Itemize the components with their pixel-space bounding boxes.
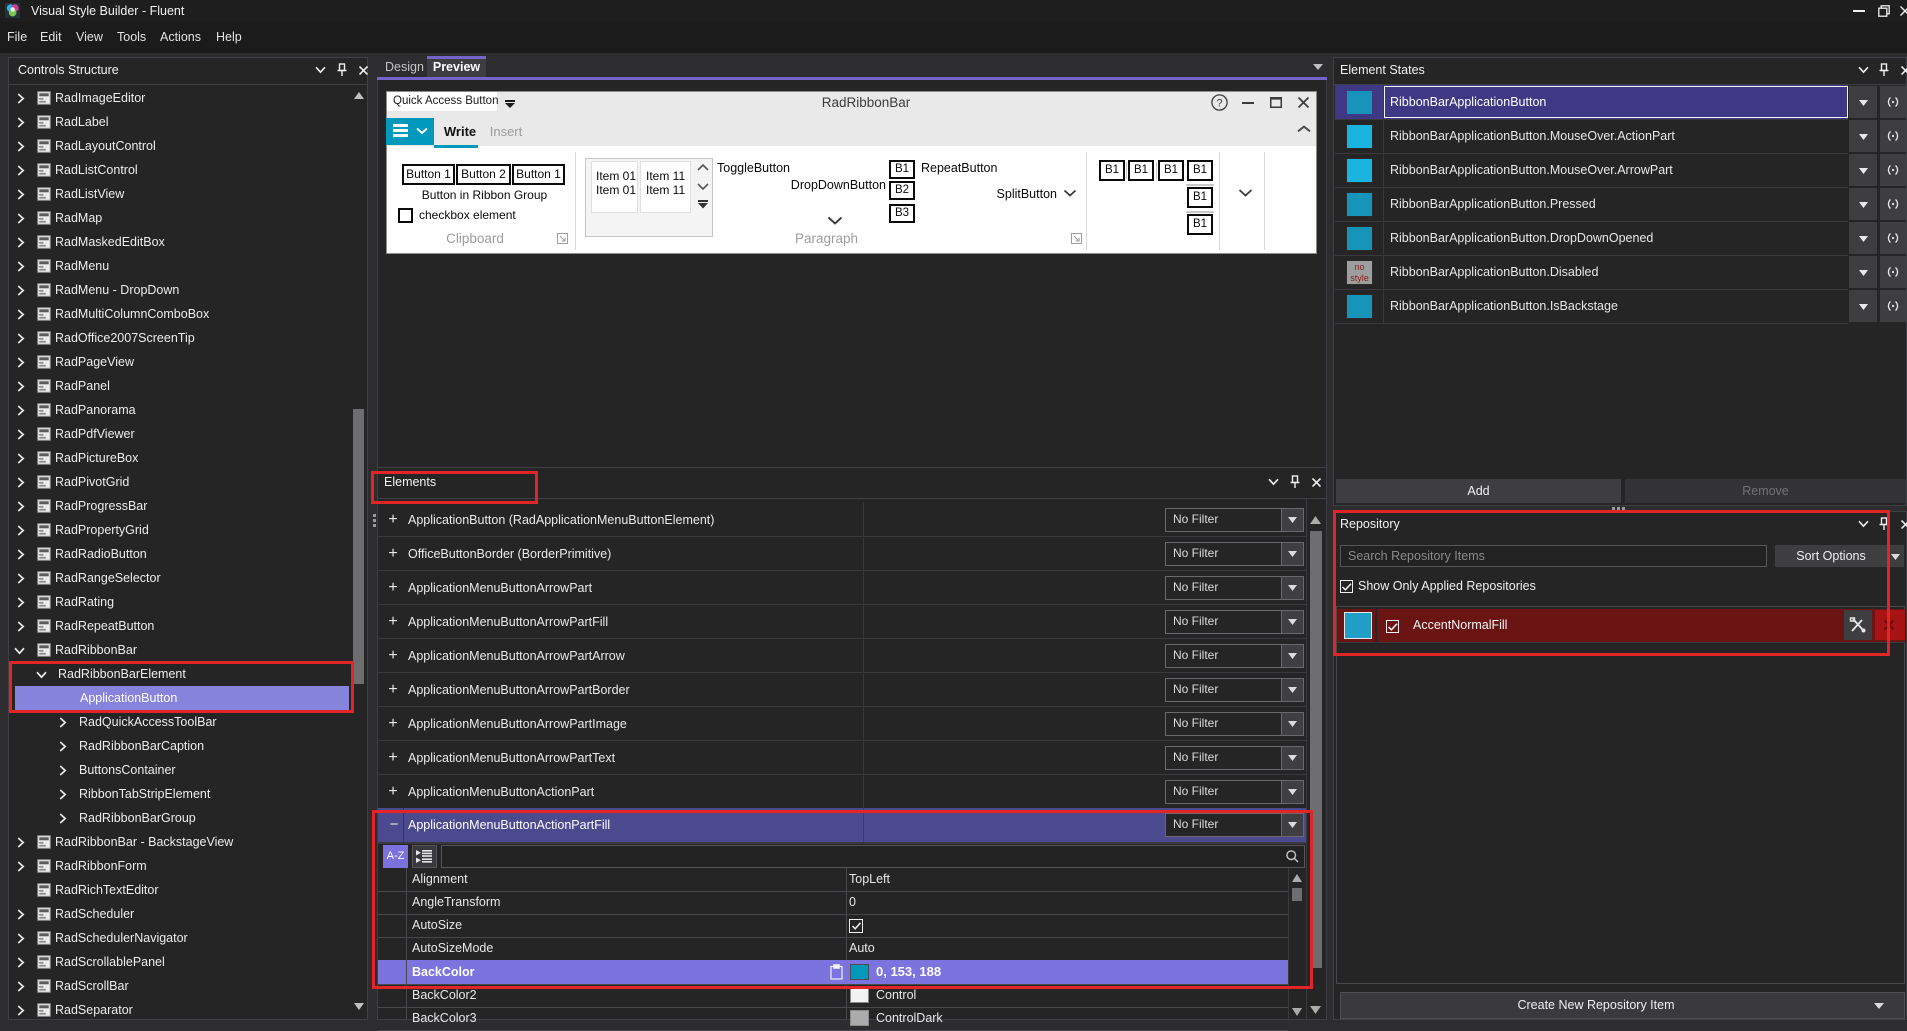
svg-text:?: ? — [1216, 97, 1222, 109]
